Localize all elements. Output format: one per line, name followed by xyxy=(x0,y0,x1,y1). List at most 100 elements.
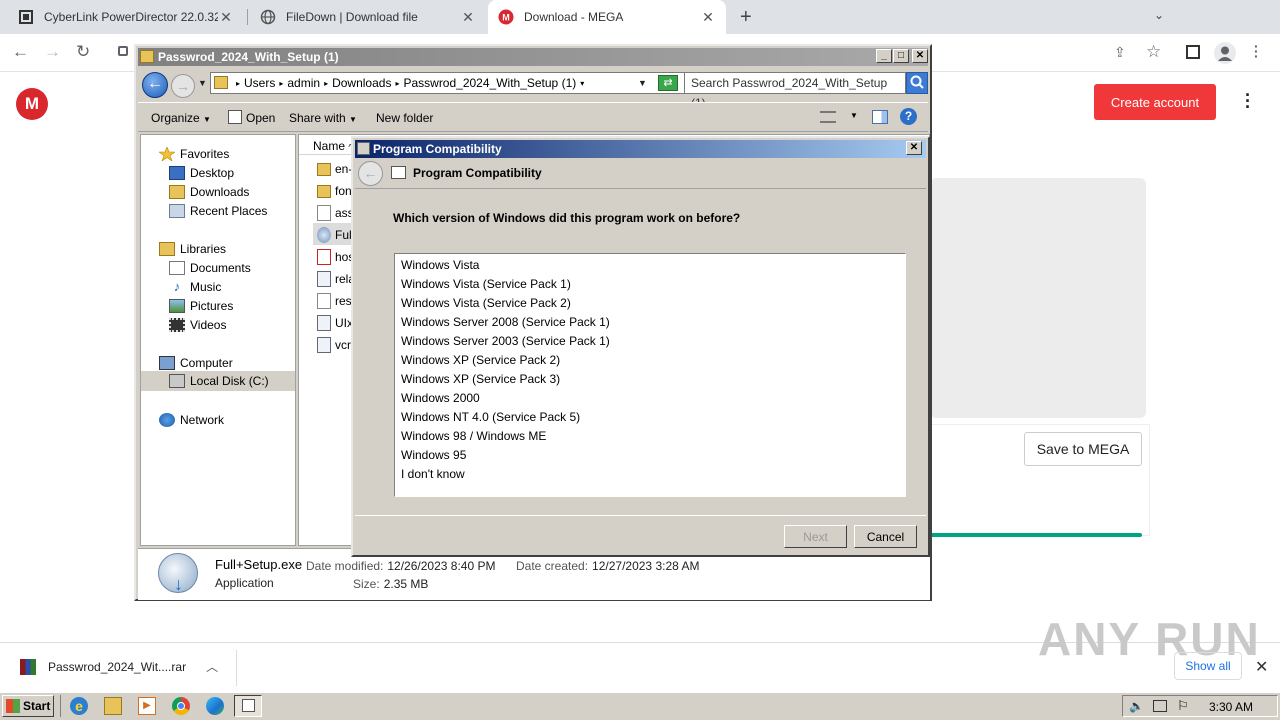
search-icon[interactable] xyxy=(906,72,928,94)
refresh-icon[interactable]: ⇄ xyxy=(658,75,678,91)
share-with-menu[interactable]: Share with ▼ xyxy=(289,111,357,125)
forward-icon[interactable]: → xyxy=(44,42,61,62)
view-chevron-icon[interactable]: ▼ xyxy=(850,111,858,120)
nav-network[interactable]: Network xyxy=(159,411,224,429)
nav-downloads[interactable]: Downloads xyxy=(169,183,249,201)
forward-arrow-icon[interactable]: → xyxy=(171,74,195,98)
version-option[interactable]: Windows Server 2003 (Service Pack 1) xyxy=(401,332,905,351)
version-option[interactable]: Windows XP (Service Pack 3) xyxy=(401,370,905,389)
minimize-button[interactable]: _ xyxy=(876,49,892,63)
nav-music[interactable]: ♪ Music xyxy=(169,278,222,296)
back-icon[interactable]: ← xyxy=(12,42,29,62)
action-center-flag-icon[interactable]: ⚐ xyxy=(1177,698,1189,714)
version-option[interactable]: Windows Vista (Service Pack 1) xyxy=(401,275,905,294)
file-item[interactable]: en- xyxy=(317,159,352,179)
close-button[interactable]: ✕ xyxy=(912,49,928,63)
dialog-back-icon[interactable]: ← xyxy=(358,161,383,186)
network-tray-icon[interactable] xyxy=(1153,700,1167,712)
edge-icon[interactable] xyxy=(206,697,224,715)
tab-divider xyxy=(247,9,248,25)
mega-logo[interactable]: M xyxy=(16,88,48,120)
nav-desktop[interactable]: Desktop xyxy=(169,164,234,182)
nav-videos[interactable]: Videos xyxy=(169,316,226,334)
tab-search-chevron-icon[interactable]: ⌄ xyxy=(1154,8,1164,22)
lock-icon[interactable] xyxy=(118,46,128,56)
close-tab-icon[interactable]: ✕ xyxy=(700,9,716,26)
version-option[interactable]: Windows 98 / Windows ME xyxy=(401,427,905,446)
internet-explorer-icon[interactable]: e xyxy=(70,697,88,715)
sidepanel-icon[interactable] xyxy=(1186,45,1200,59)
nav-local-disk[interactable]: Local Disk (C:) xyxy=(169,372,269,390)
file-explorer-icon[interactable] xyxy=(104,697,122,715)
version-option[interactable]: Windows NT 4.0 (Service Pack 5) xyxy=(401,408,905,427)
version-option[interactable]: Windows Vista (Service Pack 2) xyxy=(401,294,905,313)
file-item[interactable]: hos xyxy=(317,247,354,267)
share-icon[interactable]: ⇪ xyxy=(1114,44,1126,61)
recent-pages-chevron-icon[interactable]: ▼ xyxy=(198,78,207,88)
column-header-name[interactable]: Name ^ xyxy=(299,135,359,155)
file-item[interactable]: fon xyxy=(317,181,352,201)
bookmark-star-icon[interactable]: ☆ xyxy=(1146,42,1161,62)
version-option[interactable]: Windows 2000 xyxy=(401,389,905,408)
cancel-button[interactable]: Cancel xyxy=(854,525,917,548)
chrome-menu-icon[interactable]: · · · xyxy=(1254,39,1262,63)
clock[interactable]: 3:30 AM xyxy=(1209,700,1253,714)
dialog-close-button[interactable]: ✕ xyxy=(906,141,922,155)
nav-libraries[interactable]: Libraries xyxy=(159,240,226,258)
close-tab-icon[interactable]: ✕ xyxy=(460,9,476,26)
nav-favorites[interactable]: Favorites xyxy=(158,145,229,163)
version-option[interactable]: Windows Vista xyxy=(401,256,905,275)
tab-mega[interactable]: M Download - MEGA ✕ xyxy=(488,0,726,34)
file-item[interactable]: rela xyxy=(317,269,355,289)
next-button[interactable]: Next xyxy=(784,525,847,548)
save-to-mega-button[interactable]: Save to MEGA xyxy=(1024,432,1142,466)
nav-computer[interactable]: Computer xyxy=(159,354,233,372)
open-button[interactable]: Open xyxy=(246,111,275,125)
file-item[interactable]: res xyxy=(317,291,352,311)
breadcrumb-admin[interactable]: admin xyxy=(287,76,320,91)
windows-version-list[interactable]: Windows Vista Windows Vista (Service Pac… xyxy=(394,253,906,497)
version-option[interactable]: Windows 95 xyxy=(401,446,905,465)
breadcrumb-downloads[interactable]: Downloads xyxy=(332,76,391,91)
file-item[interactable]: vcr xyxy=(317,335,351,355)
file-item-selected[interactable]: Ful xyxy=(317,225,352,245)
address-dropdown-icon[interactable]: ▼ xyxy=(638,78,647,88)
preview-pane-icon[interactable] xyxy=(872,110,888,124)
close-tab-icon[interactable]: ✕ xyxy=(218,9,234,26)
profile-avatar[interactable] xyxy=(1214,42,1236,64)
disk-icon xyxy=(169,374,185,388)
volume-icon[interactable]: 🔈 xyxy=(1129,699,1144,713)
download-item[interactable]: Passwrod_2024_Wit....rar ︿ xyxy=(20,658,218,675)
tab-filedown[interactable]: FileDown | Download file ✕ xyxy=(250,0,486,34)
maximize-button[interactable]: □ xyxy=(893,49,909,63)
organize-menu[interactable]: Organize ▼ xyxy=(151,111,211,125)
tab-cyberlink[interactable]: CyberLink PowerDirector 22.0.3215 ✕ xyxy=(8,0,244,34)
new-tab-button[interactable]: + xyxy=(740,6,752,29)
new-folder-button[interactable]: New folder xyxy=(376,111,433,125)
download-chevron-up-icon[interactable]: ︿ xyxy=(206,658,218,675)
view-options-icon[interactable] xyxy=(820,111,836,123)
reload-icon[interactable]: ↻ xyxy=(76,42,90,62)
back-arrow-icon[interactable]: ← xyxy=(142,72,168,98)
breadcrumb-current-folder[interactable]: Passwrod_2024_With_Setup (1) xyxy=(403,76,576,91)
file-item[interactable]: ass xyxy=(317,203,354,223)
mega-menu-icon[interactable]: · · · xyxy=(1240,86,1256,116)
version-option[interactable]: Windows Server 2008 (Service Pack 1) xyxy=(401,313,905,332)
media-player-icon[interactable]: ▶ xyxy=(138,697,156,715)
file-item[interactable]: UIx xyxy=(317,313,353,333)
nav-pictures[interactable]: Pictures xyxy=(169,297,233,315)
nav-recent-places[interactable]: Recent Places xyxy=(169,202,267,220)
create-account-button[interactable]: Create account xyxy=(1094,84,1216,120)
start-button[interactable]: Start xyxy=(2,695,54,717)
chrome-icon[interactable] xyxy=(172,697,190,715)
close-downloads-bar-icon[interactable]: ✕ xyxy=(1255,657,1268,677)
taskbar-program-compatibility-button[interactable] xyxy=(234,695,262,717)
desktop-icon xyxy=(169,166,185,180)
show-all-button[interactable]: Show all xyxy=(1174,652,1242,680)
search-input[interactable]: Search Passwrod_2024_With_Setup (1) xyxy=(684,72,906,110)
help-icon[interactable]: ? xyxy=(900,108,917,125)
version-option[interactable]: Windows XP (Service Pack 2) xyxy=(401,351,905,370)
version-option[interactable]: I don't know xyxy=(401,465,905,484)
nav-documents[interactable]: Documents xyxy=(169,259,251,277)
breadcrumb-users[interactable]: Users xyxy=(244,76,275,91)
